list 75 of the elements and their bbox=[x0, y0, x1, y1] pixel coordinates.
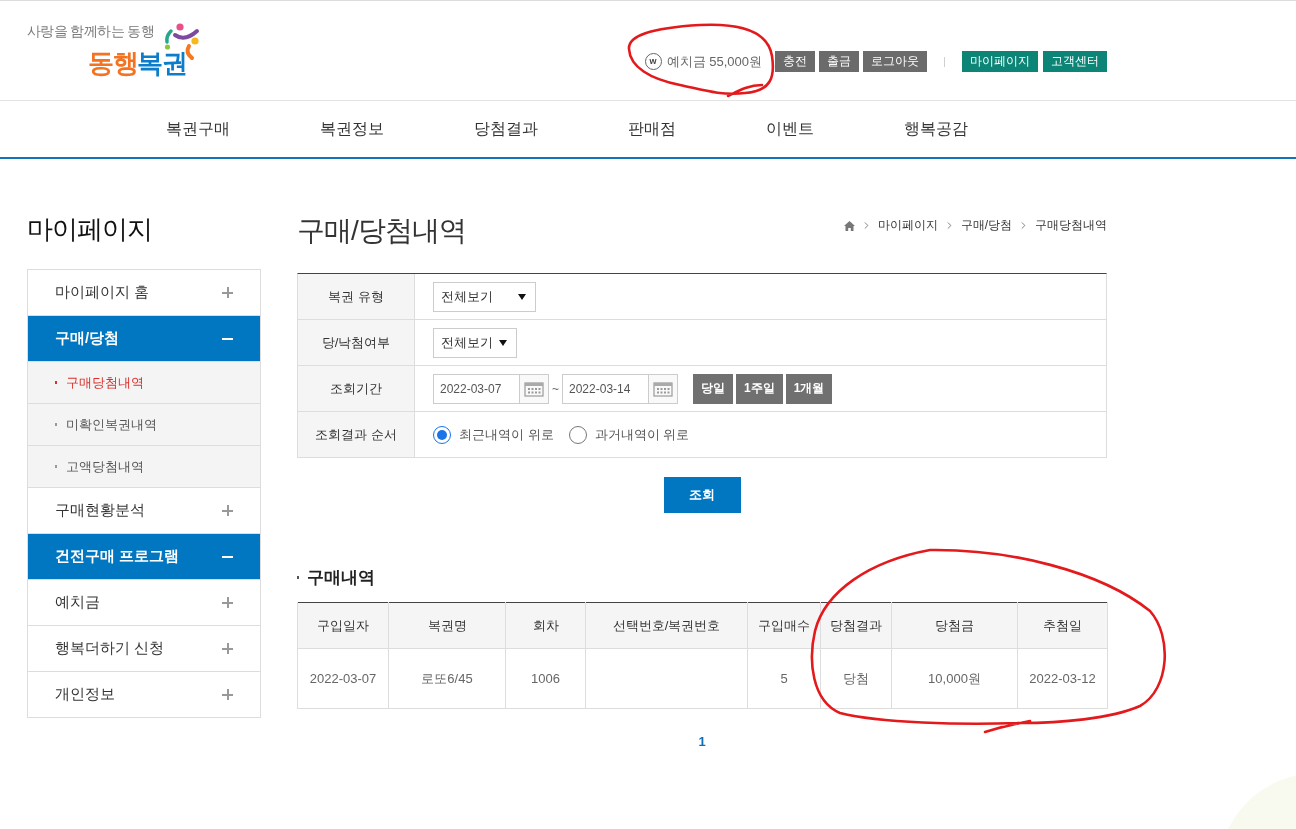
header-link-button[interactable]: 고객센터 bbox=[1043, 51, 1107, 72]
filter-label: 조회결과 순서 bbox=[298, 412, 415, 457]
plus-icon bbox=[222, 287, 233, 298]
plus-icon bbox=[222, 597, 233, 608]
dropdown[interactable]: 전체보기 bbox=[433, 281, 536, 312]
logo-wordmark[interactable]: 동행복권 bbox=[88, 48, 186, 78]
column-header: 추첨일 bbox=[1017, 602, 1108, 649]
filter-label: 복권 유형 bbox=[298, 274, 415, 319]
breadcrumb-link[interactable]: 구매당첨내역 bbox=[1035, 217, 1107, 234]
table-cell: 2022-03-07 bbox=[297, 648, 389, 709]
radio-button[interactable] bbox=[433, 425, 451, 444]
account-button[interactable]: 충전 bbox=[775, 51, 815, 72]
calendar-button[interactable] bbox=[648, 373, 678, 404]
period-button[interactable]: 1개월 bbox=[785, 373, 833, 404]
sidebar-subitem-label: 미확인복권내역 bbox=[66, 415, 157, 434]
home-icon[interactable] bbox=[843, 220, 855, 231]
nav-item[interactable]: 당첨결과 bbox=[474, 118, 538, 140]
date-field[interactable]: 2022-03-07 bbox=[433, 373, 519, 404]
minus-icon bbox=[222, 337, 233, 340]
calendar-button[interactable] bbox=[519, 373, 549, 404]
column-header: 구입매수 bbox=[747, 602, 821, 649]
nav-item[interactable]: 행복공감 bbox=[904, 118, 968, 140]
sidebar-item[interactable]: 건전구매 프로그램 bbox=[28, 534, 260, 580]
page-title: 구매/당첨내역 bbox=[297, 214, 466, 248]
column-header: 당첨결과 bbox=[820, 602, 892, 649]
radio-label[interactable]: 최근내역이 위로 bbox=[459, 425, 554, 444]
plus-icon bbox=[222, 689, 233, 700]
sidebar-subitem[interactable]: 구매당첨내역 bbox=[28, 362, 260, 404]
sidebar-subitem[interactable]: 고액당첨내역 bbox=[28, 446, 260, 488]
period-button[interactable]: 당일 bbox=[693, 373, 733, 404]
filter-label: 조회기간 bbox=[298, 366, 415, 411]
column-header: 선택번호/복권번호 bbox=[585, 602, 748, 649]
plus-icon bbox=[222, 505, 233, 516]
caret-icon bbox=[499, 339, 507, 346]
sidebar-subitem[interactable]: 미확인복권내역 bbox=[28, 404, 260, 446]
calendar-icon bbox=[653, 380, 673, 397]
range-separator: ~ bbox=[552, 381, 559, 396]
account-button[interactable]: 로그아웃 bbox=[863, 51, 927, 72]
dropdown[interactable]: 전체보기 bbox=[433, 327, 517, 358]
account-button[interactable]: 출금 bbox=[819, 51, 859, 72]
filter-label: 당/낙첨여부 bbox=[298, 320, 415, 365]
column-header: 복권명 bbox=[388, 602, 506, 649]
column-header: 당첨금 bbox=[891, 602, 1018, 649]
header-link-button[interactable]: 마이페이지 bbox=[962, 51, 1038, 72]
search-button[interactable]: 조회 bbox=[663, 477, 741, 513]
table-cell: 로또6/45 bbox=[388, 648, 506, 709]
section-title: 구매내역 bbox=[307, 566, 375, 589]
sidebar-item[interactable]: 구매/당첨 bbox=[28, 316, 260, 362]
nav-item[interactable]: 복권정보 bbox=[320, 118, 384, 140]
period-button[interactable]: 1주일 bbox=[736, 373, 783, 404]
column-header: 구입일자 bbox=[297, 602, 389, 649]
sidebar-subitem-label: 구매당첨내역 bbox=[66, 373, 144, 392]
table-cell: 2022-03-12 bbox=[1017, 648, 1108, 709]
nav-item[interactable]: 판매점 bbox=[628, 118, 676, 140]
table-cell: 5 bbox=[747, 648, 821, 709]
minus-icon bbox=[222, 555, 233, 558]
radio-label[interactable]: 과거내역이 위로 bbox=[594, 425, 690, 444]
sidebar-title: 마이페이지 bbox=[27, 213, 153, 246]
date-field[interactable]: 2022-03-14 bbox=[562, 373, 648, 404]
nav-item[interactable]: 이벤트 bbox=[766, 118, 814, 140]
radio-button[interactable] bbox=[568, 425, 587, 444]
calendar-icon bbox=[524, 380, 544, 397]
table-cell: 10,000원 bbox=[891, 648, 1018, 709]
breadcrumb-link[interactable]: 마이페이지 bbox=[877, 217, 938, 234]
column-header: 회차 bbox=[505, 602, 586, 649]
caret-icon bbox=[518, 293, 526, 300]
table-cell: 당첨 bbox=[820, 648, 892, 709]
deposit-balance: 예치금 55,000원 bbox=[666, 52, 762, 71]
nav-item[interactable]: 복권구매 bbox=[166, 118, 230, 140]
page-link[interactable]: 1 bbox=[698, 733, 706, 751]
breadcrumb-link[interactable]: 구매/당첨 bbox=[960, 217, 1012, 234]
sidebar-subitem-label: 고액당첨내역 bbox=[66, 457, 144, 476]
logo-tagline: 사랑을 함께하는 동행 bbox=[27, 22, 155, 41]
table-cell: 1006 bbox=[505, 648, 586, 709]
plus-icon bbox=[222, 643, 233, 654]
